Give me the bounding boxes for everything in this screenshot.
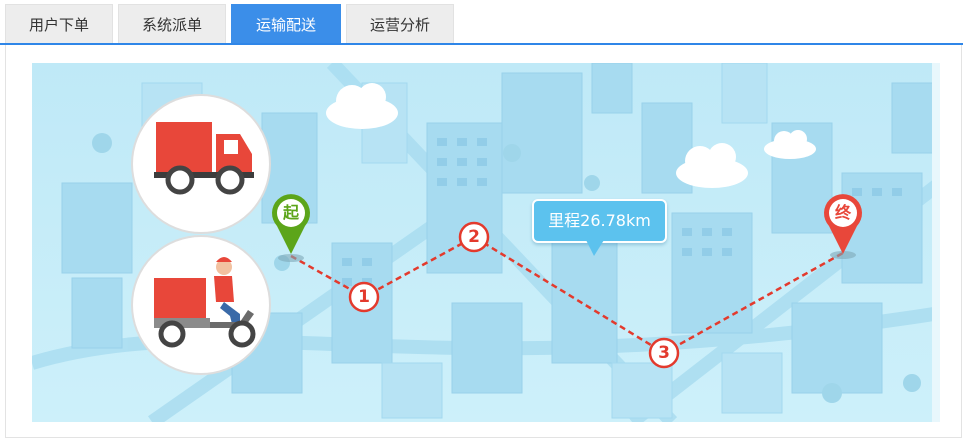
route-overlay (272, 194, 862, 369)
route-step-2-label: 2 (468, 227, 480, 247)
start-pin-shadow (278, 254, 304, 262)
mileage-bubble-tail (586, 240, 604, 256)
start-pin-label: 起 (282, 203, 299, 222)
route-step-3-label: 3 (658, 343, 670, 363)
end-pin-label: 终 (834, 203, 851, 222)
route-step-1-label: 1 (358, 287, 370, 307)
mileage-bubble: 里程26.78km (532, 199, 667, 243)
